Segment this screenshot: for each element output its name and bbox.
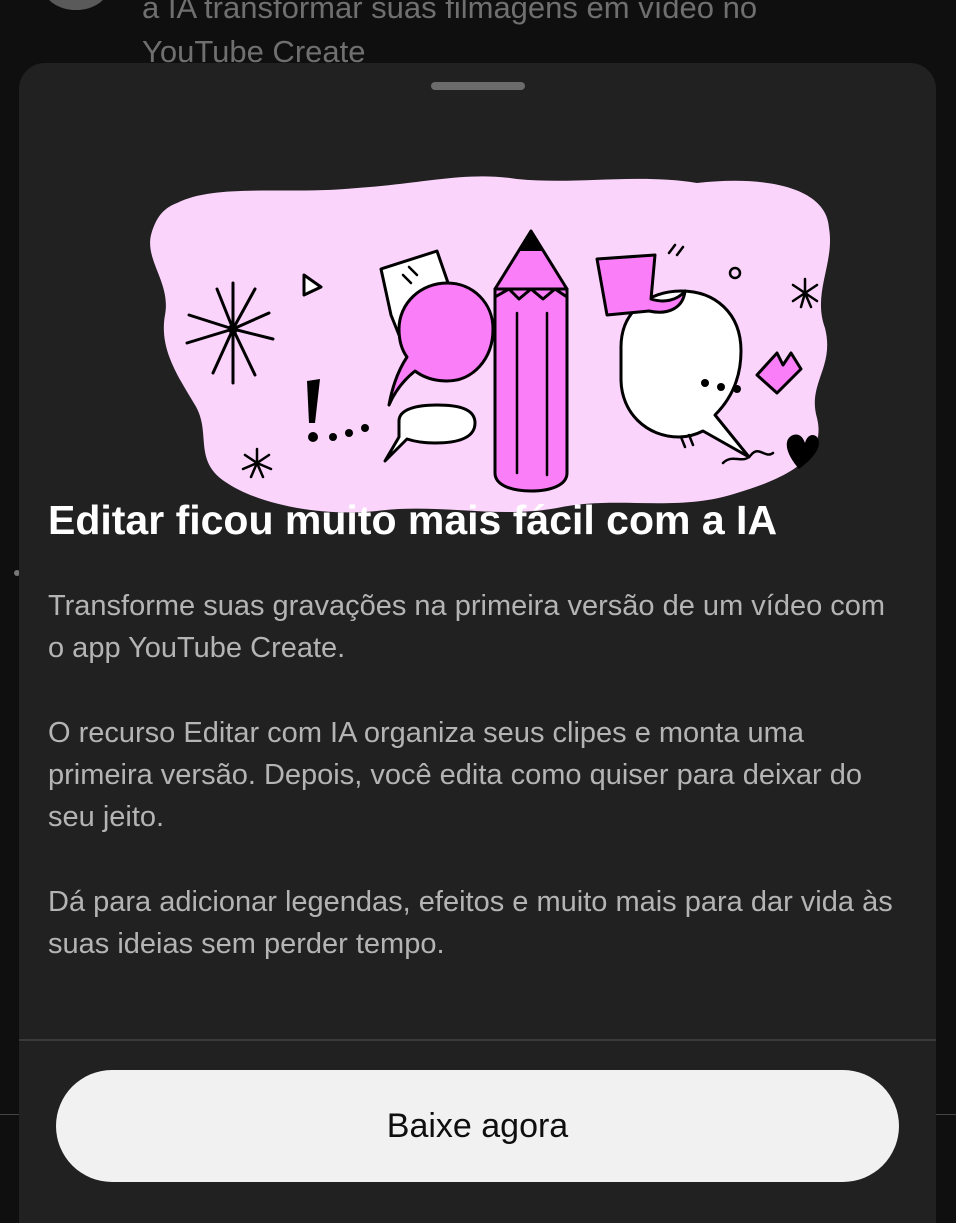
background-avatar <box>44 0 108 10</box>
description-paragraph: O recurso Editar com IA organiza seus cl… <box>48 717 863 833</box>
download-now-button[interactable]: Baixe agora <box>56 1070 899 1182</box>
background-text-line: a IA transformar suas filmagens em vídeo… <box>142 0 758 25</box>
bottom-sheet: Editar ficou muito mais fácil com a IA T… <box>19 63 936 1223</box>
description-paragraph: Transforme suas gravações na primeira ve… <box>48 590 886 664</box>
background-divider <box>936 1114 956 1115</box>
sheet-title: Editar ficou muito mais fácil com a IA <box>48 497 778 543</box>
drag-handle[interactable] <box>431 82 525 90</box>
divider <box>19 1039 936 1041</box>
pencil-and-speech-bubbles-illustration <box>150 176 831 513</box>
background-divider <box>0 1114 19 1115</box>
description-paragraph: Dá para adicionar legendas, efeitos e mu… <box>48 886 893 960</box>
